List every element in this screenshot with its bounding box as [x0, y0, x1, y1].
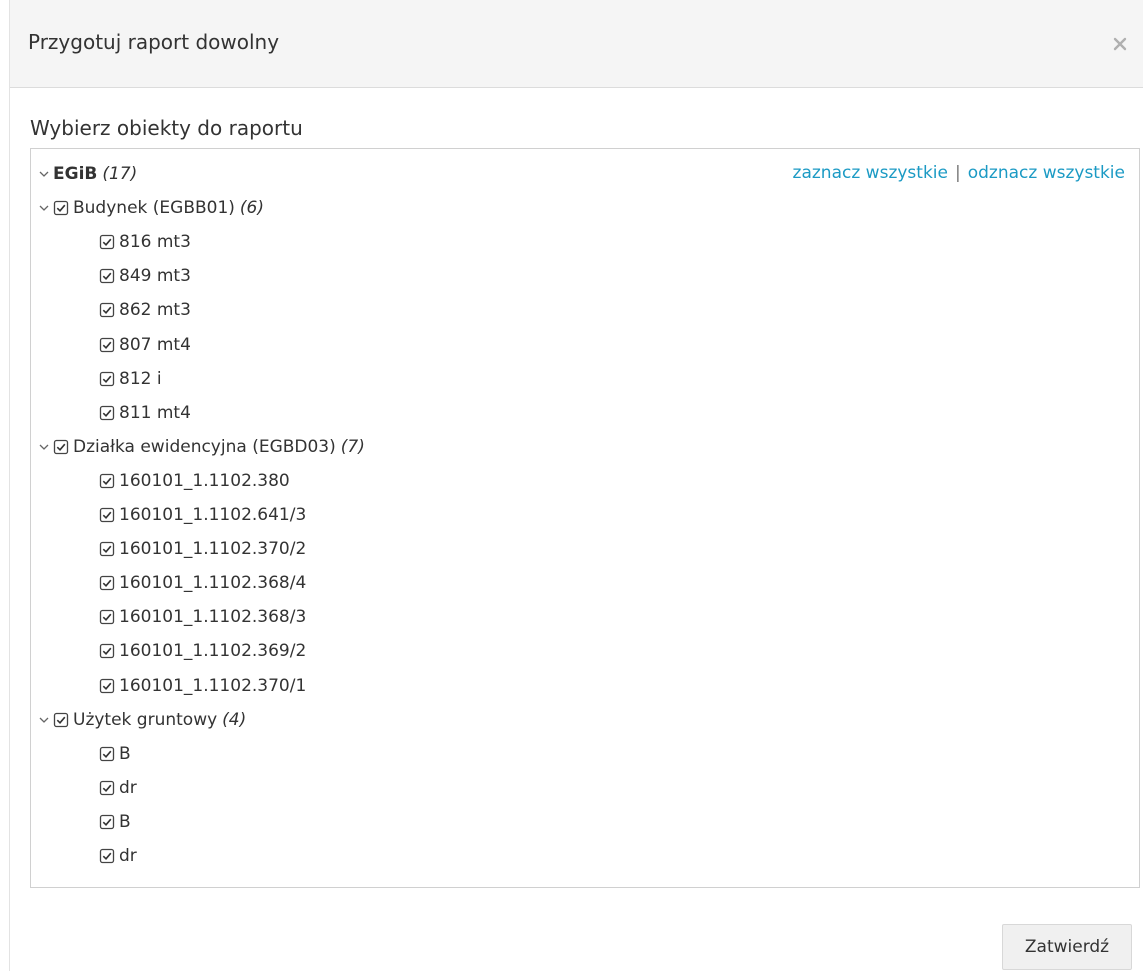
tree-root-label: EGiB	[53, 164, 98, 184]
tree-item[interactable]: B	[99, 739, 131, 769]
report-dialog: Przygotuj raport dowolny Wybierz obiekty…	[9, 0, 1143, 971]
checkbox-checked-icon[interactable]	[99, 541, 115, 557]
selection-links: zaznacz wszystkie | odznacz wszystkie	[793, 163, 1125, 183]
link-separator: |	[954, 163, 961, 183]
checkbox-checked-icon[interactable]	[99, 575, 115, 591]
dialog-title: Przygotuj raport dowolny	[28, 30, 280, 54]
expand-toggle[interactable]	[39, 705, 51, 735]
expand-toggle[interactable]	[39, 159, 51, 189]
tree-group[interactable]: Działka ewidencyjna (EGBD03) (7)	[39, 432, 365, 462]
tree-group[interactable]: Budynek (EGBB01) (6)	[39, 193, 264, 223]
checkbox-checked-icon[interactable]	[99, 507, 115, 523]
object-tree: zaznacz wszystkie | odznacz wszystkie EGiB…	[30, 148, 1140, 888]
checkbox-checked-icon[interactable]	[99, 234, 115, 250]
tree-item[interactable]: dr	[99, 773, 137, 803]
section-label: Wybierz obiekty do raportu	[30, 116, 303, 140]
tree-item-label: dr	[119, 777, 137, 798]
tree-item-label: 849 mt3	[119, 266, 191, 287]
checkbox-checked-icon[interactable]	[99, 609, 115, 625]
tree-item[interactable]: 160101_1.1102.380	[99, 466, 290, 496]
dialog-header: Przygotuj raport dowolny	[10, 0, 1143, 88]
chevron-down-icon	[39, 717, 49, 723]
tree-item-label: 160101_1.1102.370/2	[119, 539, 307, 560]
tree-root-count: (17)	[102, 164, 138, 184]
checkbox-checked-icon[interactable]	[99, 643, 115, 659]
checkbox-checked-icon[interactable]	[99, 678, 115, 694]
checkbox-checked-icon[interactable]	[53, 712, 69, 728]
tree-item[interactable]: 160101_1.1102.368/4	[99, 568, 306, 598]
tree-root[interactable]: EGiB (17)	[39, 159, 137, 189]
tree-item[interactable]: 807 mt4	[99, 330, 191, 360]
tree-item-label: 160101_1.1102.380	[119, 470, 290, 491]
confirm-button[interactable]: Zatwierdź	[1002, 924, 1132, 970]
checkbox-checked-icon[interactable]	[99, 405, 115, 421]
tree-group-count: (4)	[222, 709, 247, 730]
tree-item-label: 812 i	[119, 368, 162, 389]
checkbox-checked-icon[interactable]	[99, 848, 115, 864]
close-button[interactable]	[1110, 34, 1130, 54]
tree-item-label: B	[119, 743, 131, 764]
checkbox-checked-icon[interactable]	[53, 439, 69, 455]
tree-item[interactable]: 849 mt3	[99, 261, 191, 291]
tree-item[interactable]: 160101_1.1102.369/2	[99, 636, 306, 666]
tree-item-label: dr	[119, 846, 137, 866]
tree-item[interactable]: 862 mt3	[99, 295, 191, 325]
tree-item-label: 811 mt4	[119, 402, 191, 423]
checkbox-checked-icon[interactable]	[99, 814, 115, 830]
chevron-down-icon	[39, 171, 49, 177]
tree-item[interactable]: 816 mt3	[99, 227, 191, 257]
tree-item-label: 160101_1.1102.368/3	[119, 607, 307, 628]
checkbox-checked-icon[interactable]	[99, 746, 115, 762]
tree-item[interactable]: B	[99, 807, 131, 837]
checkbox-checked-icon[interactable]	[99, 371, 115, 387]
tree-item-label: 816 mt3	[119, 232, 191, 253]
tree-item-label: 160101_1.1102.368/4	[119, 573, 307, 594]
checkbox-checked-icon[interactable]	[99, 473, 115, 489]
checkbox-checked-icon[interactable]	[99, 302, 115, 318]
tree-item[interactable]: 811 mt4	[99, 398, 191, 428]
tree-group-label: Użytek gruntowy	[73, 709, 218, 730]
tree-item-label: 160101_1.1102.369/2	[119, 641, 307, 662]
tree-group-label: Budynek (EGBB01)	[73, 198, 235, 219]
tree-item-label: 862 mt3	[119, 300, 191, 321]
tree-item[interactable]: 160101_1.1102.641/3	[99, 500, 306, 530]
expand-toggle[interactable]	[39, 432, 51, 462]
checkbox-checked-icon[interactable]	[99, 780, 115, 796]
tree-item-label: 160101_1.1102.641/3	[119, 505, 307, 525]
select-all-link[interactable]: zaznacz wszystkie	[793, 163, 948, 183]
chevron-down-icon	[39, 205, 49, 212]
checkbox-checked-icon[interactable]	[53, 200, 69, 216]
tree-group[interactable]: Użytek gruntowy (4)	[39, 705, 246, 735]
checkbox-checked-icon[interactable]	[99, 337, 115, 353]
tree-group-count: (7)	[340, 436, 365, 457]
checkbox-checked-icon[interactable]	[99, 268, 115, 284]
tree-item[interactable]: 160101_1.1102.368/3	[99, 602, 306, 632]
tree-item[interactable]: 812 i	[99, 364, 162, 394]
chevron-down-icon	[39, 444, 49, 450]
tree-item-label: 160101_1.1102.370/1	[119, 675, 307, 696]
tree-item[interactable]: 160101_1.1102.370/2	[99, 534, 306, 564]
tree-item[interactable]: dr	[99, 841, 137, 871]
tree-item-label: 807 mt4	[119, 334, 191, 355]
tree-item-label: B	[119, 811, 131, 832]
deselect-all-link[interactable]: odznacz wszystkie	[968, 163, 1125, 183]
tree-group-label: Działka ewidencyjna (EGBD03)	[73, 436, 336, 457]
tree-group-count: (6)	[239, 198, 265, 219]
expand-toggle[interactable]	[39, 193, 51, 223]
close-icon	[1113, 37, 1127, 51]
tree-item[interactable]: 160101_1.1102.370/1	[99, 671, 306, 701]
